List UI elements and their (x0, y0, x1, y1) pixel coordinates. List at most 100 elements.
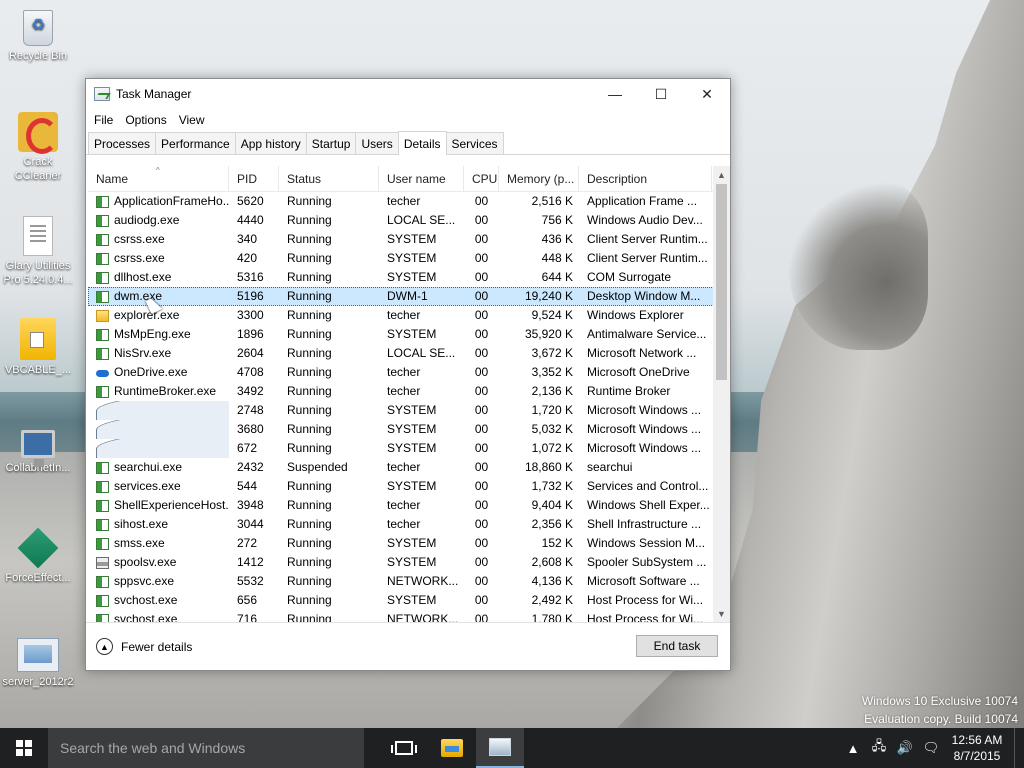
desktop-icon-glary-utilities[interactable]: Glary Utilities Pro 5.24.0.4... (0, 216, 76, 287)
table-row[interactable]: RuntimeBroker.exe 3492 Running techer 00 2,13… (88, 382, 730, 401)
recycle-bin-icon (23, 10, 53, 46)
scroll-up-icon[interactable]: ▲ (713, 166, 730, 183)
clock[interactable]: 12:56 AM 8/7/2015 (944, 732, 1010, 764)
table-row[interactable]: ApplicationFrameHo... 5620 Running techer 00… (88, 192, 730, 211)
table-row[interactable]: spoolsv.exe 1412 Running SYSTEM 00 2,608 K Spo… (88, 553, 730, 572)
system-tray: ▲ 🖧 🔊 🗨 12:56 AM 8/7/2015 (840, 728, 1024, 768)
column-header-status[interactable]: Status (279, 166, 379, 192)
cell-description: Client Server Runtim... (587, 251, 708, 265)
cell-pid: 3300 (237, 308, 264, 322)
tab-app-history[interactable]: App history (234, 132, 307, 154)
cell-name: MsMpEng.exe (88, 325, 229, 344)
vertical-scrollbar[interactable]: ▲ ▼ (713, 166, 730, 622)
taskbar-search-box[interactable]: Search the web and Windows (48, 728, 364, 768)
cell-name: SearchFilterHost.exe (88, 401, 229, 420)
table-row[interactable]: explorer.exe 3300 Running techer 00 9,524 K Wi… (88, 306, 730, 325)
column-header-user-name[interactable]: User name (379, 166, 464, 192)
table-row[interactable]: OneDrive.exe 4708 Running techer 00 3,352 K Mi… (88, 363, 730, 382)
maximize-button[interactable]: ☐ (638, 79, 684, 109)
desktop-icon-collabnet[interactable]: CollabnetIn... (0, 424, 76, 475)
show-hidden-icons-icon[interactable]: ▲ (840, 741, 866, 756)
table-row[interactable]: SearchProtocolHost.... 672 Running SYSTEM 00… (88, 439, 730, 458)
tab-processes[interactable]: Processes (88, 132, 157, 154)
cell-description: Windows Audio Dev... (587, 213, 703, 227)
table-row[interactable]: csrss.exe 340 Running SYSTEM 00 436 K Client S… (88, 230, 730, 249)
desktop-icon-vbcable[interactable]: VBCABLE_... (0, 318, 76, 377)
network-icon[interactable]: 🖧 (866, 737, 892, 759)
table-row[interactable]: NisSrv.exe 2604 Running LOCAL SE... 00 3,672 … (88, 344, 730, 363)
cell-user-name: techer (387, 365, 421, 379)
desktop-icon-server[interactable]: server_2012r2 (0, 634, 76, 689)
column-header-memory[interactable]: Memory (p... (499, 166, 579, 192)
table-row[interactable]: svchost.exe 716 Running NETWORK... 00 1,780 K… (88, 610, 730, 622)
desktop-icon-ccleaner[interactable]: Crack CCleaner (0, 112, 76, 183)
scroll-down-icon[interactable]: ▼ (713, 605, 730, 622)
scrollbar-thumb[interactable] (716, 184, 727, 380)
table-row[interactable]: MsMpEng.exe 1896 Running SYSTEM 00 35,920 K An… (88, 325, 730, 344)
ccleaner-icon (18, 112, 58, 154)
cell-description: Client Server Runtim... (587, 232, 708, 246)
table-row[interactable]: services.exe 544 Running SYSTEM 00 1,732 K Ser… (88, 477, 730, 496)
fewer-details-link[interactable]: ▲ Fewer details (96, 638, 192, 655)
column-header-pid[interactable]: PID (229, 166, 279, 192)
cell-description: Desktop Window M... (587, 289, 701, 303)
volume-icon[interactable]: 🔊 (892, 740, 918, 756)
task-view-button[interactable] (380, 728, 428, 768)
tab-services[interactable]: Services (445, 132, 504, 154)
menu-options[interactable]: Options (119, 113, 172, 127)
column-header-description[interactable]: Description (579, 166, 712, 192)
start-button[interactable] (0, 728, 48, 768)
process-icon (96, 594, 109, 607)
cell-memory: 3,672 K (531, 346, 573, 360)
menu-bar: File Options View (86, 109, 730, 131)
table-row[interactable]: searchui.exe 2432 Suspended techer 00 18,860 … (88, 458, 730, 477)
fewer-details-label: Fewer details (121, 639, 193, 654)
table-body: ApplicationFrameHo... 5620 Running techer 00… (88, 192, 730, 622)
cell-memory: 2,136 K (531, 384, 573, 398)
end-task-button[interactable]: End task (636, 635, 718, 657)
table-row[interactable]: audiodg.exe 4440 Running LOCAL SE... 00 756 K… (88, 211, 730, 230)
cell-status: Running (287, 441, 332, 455)
process-icon (96, 461, 109, 474)
cell-status: Running (287, 593, 332, 607)
table-row[interactable]: ShellExperienceHost.... 3948 Running techer… (88, 496, 730, 515)
cell-status: Running (287, 213, 332, 227)
cell-cpu: 00 (474, 517, 489, 531)
table-row[interactable]: dllhost.exe 5316 Running SYSTEM 00 644 K COM S… (88, 268, 730, 287)
cell-memory: 4,136 K (531, 574, 573, 588)
table-row[interactable]: SearchIndexer.exe 3680 Running SYSTEM 00 5,03… (88, 420, 730, 439)
cell-pid: 420 (237, 251, 258, 265)
tab-users[interactable]: Users (355, 132, 399, 154)
table-row[interactable]: sihost.exe 3044 Running techer 00 2,356 K Shel… (88, 515, 730, 534)
process-icon (96, 518, 109, 531)
close-button[interactable]: ✕ (684, 79, 730, 109)
menu-view[interactable]: View (173, 113, 211, 127)
task-manager-taskbar-button[interactable] (476, 728, 524, 768)
tab-performance[interactable]: Performance (155, 132, 236, 154)
table-row[interactable]: svchost.exe 656 Running SYSTEM 00 2,492 K Host… (88, 591, 730, 610)
title-bar[interactable]: Task Manager — ☐ ✕ (86, 79, 730, 109)
table-row[interactable]: dwm.exe 5196 Running DWM-1 00 19,240 K Desktop… (88, 287, 730, 306)
tab-details[interactable]: Details (397, 131, 447, 155)
cell-memory: 1,780 K (531, 612, 573, 622)
cell-description: Services and Control... (587, 479, 709, 493)
menu-file[interactable]: File (88, 113, 119, 127)
action-center-icon[interactable]: 🗨 (918, 740, 944, 756)
cell-cpu: 00 (474, 555, 489, 569)
cell-user-name: SYSTEM (387, 270, 437, 284)
process-icon (96, 613, 109, 622)
task-manager-icon (94, 87, 110, 101)
file-explorer-button[interactable] (428, 728, 476, 768)
cell-pid: 272 (237, 536, 258, 550)
minimize-button[interactable]: — (592, 79, 638, 109)
table-row[interactable]: sppsvc.exe 5532 Running NETWORK... 00 4,136 K… (88, 572, 730, 591)
desktop-icon-forceeffect[interactable]: ForceEffect... (0, 527, 76, 585)
process-icon (96, 290, 109, 303)
table-row[interactable]: csrss.exe 420 Running SYSTEM 00 448 K Client S… (88, 249, 730, 268)
tab-startup[interactable]: Startup (305, 132, 357, 154)
table-row[interactable]: SearchFilterHost.exe 2748 Running SYSTEM 00 1… (88, 401, 730, 420)
show-desktop-button[interactable] (1014, 728, 1024, 768)
table-row[interactable]: smss.exe 272 Running SYSTEM 00 152 K Windows S… (88, 534, 730, 553)
column-header-cpu[interactable]: CPU (464, 166, 499, 192)
desktop-icon-recycle-bin[interactable]: Recycle Bin (0, 10, 76, 63)
